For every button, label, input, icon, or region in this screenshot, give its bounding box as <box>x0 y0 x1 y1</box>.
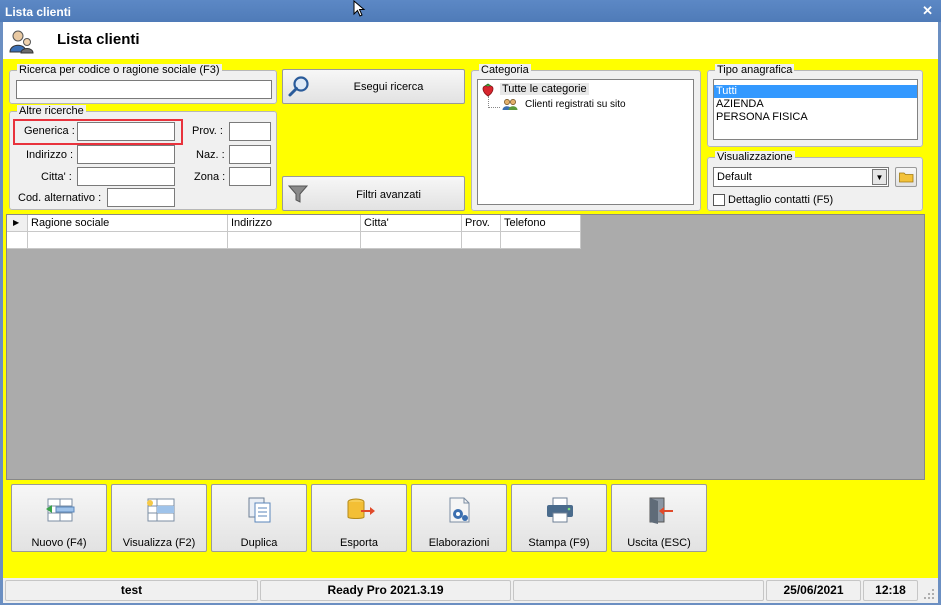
visualizzazione-legend: Visualizzazione <box>715 151 795 163</box>
table-cell[interactable] <box>228 232 361 249</box>
table-cell[interactable] <box>28 232 228 249</box>
tipo-option[interactable]: AZIENDA <box>714 98 917 111</box>
search-code-group: Ricerca per codice o ragione sociale (F3… <box>9 64 277 104</box>
view-select[interactable]: Default ▼ <box>713 167 889 187</box>
export-button[interactable]: Esporta <box>311 484 407 552</box>
title-bar[interactable]: Lista clienti ✕ <box>0 0 941 22</box>
table-row[interactable] <box>7 232 28 249</box>
status-bar: test Ready Pro 2021.3.19 25/06/2021 12:1… <box>3 578 938 603</box>
search-code-legend: Ricerca per codice o ragione sociale (F3… <box>17 64 222 76</box>
status-date: 25/06/2021 <box>766 580 861 601</box>
zona-label: Zona : <box>194 171 226 183</box>
category-tree[interactable]: Tutte le categorie Clienti registrati su… <box>477 79 694 205</box>
category-child[interactable]: Clienti registrati su sito <box>525 99 626 110</box>
window-title: Lista clienti <box>5 5 72 19</box>
new-record-icon <box>46 498 75 522</box>
search-code-input[interactable] <box>16 80 272 99</box>
duplicate-button[interactable]: Duplica <box>211 484 307 552</box>
column-header[interactable]: Ragione sociale <box>28 215 228 232</box>
open-view-button[interactable] <box>895 167 917 187</box>
prov-label: Prov. : <box>192 125 223 137</box>
column-header[interactable]: Telefono <box>501 215 581 232</box>
category-legend: Categoria <box>479 64 531 76</box>
naz-input[interactable] <box>229 145 271 164</box>
advanced-filters-label: Filtri avanzati <box>356 189 421 201</box>
duplicate-icon <box>248 497 271 523</box>
cod-alt-input[interactable] <box>107 188 175 207</box>
table-cell[interactable] <box>361 232 462 249</box>
generica-label: Generica : <box>24 125 75 137</box>
tree-connector <box>488 96 500 108</box>
process-button[interactable]: Elaborazioni <box>411 484 507 552</box>
header: Lista clienti <box>3 22 938 59</box>
tipo-anagrafica-list[interactable]: Tutti AZIENDA PERSONA FISICA <box>713 79 918 140</box>
other-searches-legend: Altre ricerche <box>17 105 86 117</box>
strawberry-icon <box>482 83 494 97</box>
row-indicator-icon: ▶ <box>7 215 28 232</box>
other-searches-group: Altre ricerche Generica : Indirizzo : Ci… <box>9 105 277 210</box>
close-icon[interactable]: ✕ <box>922 3 933 19</box>
print-button-label: Stampa (F9) <box>528 537 590 549</box>
print-button[interactable]: Stampa (F9) <box>511 484 607 552</box>
printer-icon <box>547 497 573 523</box>
detail-contacts-label: Dettaglio contatti (F5) <box>728 194 834 206</box>
duplicate-button-label: Duplica <box>240 537 278 549</box>
status-app: Ready Pro 2021.3.19 <box>260 580 511 601</box>
chevron-down-icon[interactable]: ▼ <box>872 169 887 185</box>
process-button-label: Elaborazioni <box>428 537 490 549</box>
category-group: Categoria Tutte le categorie Clienti reg… <box>471 64 701 211</box>
table-cell[interactable] <box>462 232 501 249</box>
export-icon <box>347 498 375 519</box>
view-button[interactable]: Visualizza (F2) <box>111 484 207 552</box>
tipo-option[interactable]: Tutti <box>714 85 917 98</box>
column-header[interactable]: Indirizzo <box>228 215 361 232</box>
status-time: 12:18 <box>863 580 918 601</box>
search-button-label: Esegui ricerca <box>353 81 424 93</box>
exit-button-label: Uscita (ESC) <box>627 537 691 549</box>
page-title: Lista clienti <box>57 31 140 48</box>
generica-input[interactable] <box>77 122 175 141</box>
view-select-value: Default <box>717 171 752 183</box>
indirizzo-label: Indirizzo : <box>26 149 74 161</box>
advanced-filters-button[interactable]: Filtri avanzati <box>282 176 465 211</box>
users-group-icon <box>502 99 518 110</box>
zona-input[interactable] <box>229 167 271 186</box>
detail-contacts-checkbox[interactable] <box>713 194 725 206</box>
view-button-label: Visualizza (F2) <box>122 537 196 549</box>
tipo-anagrafica-group: Tipo anagrafica Tutti AZIENDA PERSONA FI… <box>707 64 923 147</box>
search-button[interactable]: Esegui ricerca <box>282 69 465 104</box>
folder-icon <box>899 172 914 183</box>
cod-alt-label: Cod. alternativo : <box>18 192 102 204</box>
new-button-label: Nuovo (F4) <box>31 537 87 549</box>
indirizzo-input[interactable] <box>77 145 175 164</box>
citta-label: Citta' : <box>41 171 72 183</box>
visualizzazione-group: Visualizzazione Default ▼ Dettaglio cont… <box>707 151 923 211</box>
users-icon <box>9 30 34 54</box>
export-button-label: Esporta <box>340 537 378 549</box>
resize-grip-icon[interactable] <box>923 588 935 600</box>
window: Lista clienti ✕ Lista clienti Ricerca pe… <box>0 0 941 605</box>
table-cell[interactable] <box>501 232 581 249</box>
new-button[interactable]: Nuovo (F4) <box>11 484 107 552</box>
process-icon <box>449 497 470 523</box>
naz-label: Naz. : <box>196 149 225 161</box>
view-record-icon <box>147 498 175 522</box>
status-user: test <box>5 580 258 601</box>
column-header[interactable]: Citta' <box>361 215 462 232</box>
citta-input[interactable] <box>77 167 175 186</box>
tipo-anagrafica-legend: Tipo anagrafica <box>715 64 795 76</box>
tipo-option[interactable]: PERSONA FISICA <box>714 111 917 124</box>
mouse-cursor-icon <box>353 0 366 17</box>
column-header[interactable]: Prov. <box>462 215 501 232</box>
prov-input[interactable] <box>229 122 271 141</box>
category-root[interactable]: Tutte le categorie <box>500 83 589 95</box>
exit-icon <box>649 497 673 524</box>
exit-button[interactable]: Uscita (ESC) <box>611 484 707 552</box>
results-grid[interactable]: ▶ Ragione sociale Indirizzo Citta' Prov.… <box>6 214 925 480</box>
status-empty <box>513 580 764 601</box>
